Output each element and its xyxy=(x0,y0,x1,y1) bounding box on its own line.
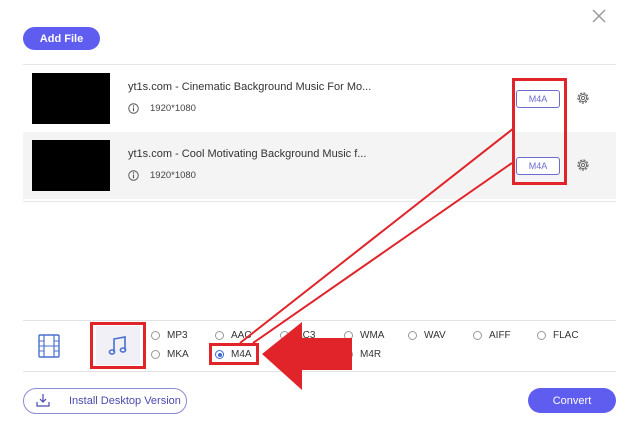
radio-button[interactable] xyxy=(537,331,546,340)
radio-button[interactable] xyxy=(151,331,160,340)
format-label: AIFF xyxy=(489,330,511,341)
add-file-button[interactable]: Add File xyxy=(23,27,100,50)
format-option-aiff[interactable]: AIFF xyxy=(473,330,511,341)
close-button[interactable] xyxy=(591,8,607,24)
format-label: WMA xyxy=(360,330,385,341)
radio-button[interactable] xyxy=(344,350,353,359)
info-icon[interactable] xyxy=(128,170,139,181)
format-option-ac3[interactable]: AC3 xyxy=(280,330,315,341)
format-option-flac[interactable]: FLAC xyxy=(537,330,579,341)
radio-button[interactable] xyxy=(215,331,224,340)
video-thumbnail xyxy=(32,73,110,124)
radio-button[interactable] xyxy=(408,331,417,340)
format-label: WAV xyxy=(424,330,446,341)
format-option-aac[interactable]: AAC xyxy=(215,330,252,341)
gear-icon[interactable] xyxy=(575,90,591,106)
install-desktop-button[interactable]: Install Desktop Version xyxy=(23,388,187,414)
format-option-mp3[interactable]: MP3 xyxy=(151,330,188,341)
radio-button[interactable] xyxy=(344,331,353,340)
format-label: FLAC xyxy=(553,330,579,341)
highlight-box-audio-tab xyxy=(90,322,146,369)
highlight-box-format-buttons xyxy=(512,78,567,185)
format-label: AAC xyxy=(231,330,252,341)
radio-button[interactable] xyxy=(151,350,160,359)
install-label: Install Desktop Version xyxy=(69,395,181,407)
format-label: MP3 xyxy=(167,330,188,341)
format-option-mka[interactable]: MKA xyxy=(151,349,189,360)
format-option-wav[interactable]: WAV xyxy=(408,330,446,341)
format-option-m4r[interactable]: M4R xyxy=(344,349,381,360)
radio-button[interactable] xyxy=(473,331,482,340)
file-title: yt1s.com - Cool Motivating Background Mu… xyxy=(128,148,367,160)
close-icon xyxy=(592,9,606,23)
video-thumbnail xyxy=(32,140,110,191)
format-label: MKA xyxy=(167,349,189,360)
convert-button[interactable]: Convert xyxy=(528,388,616,413)
file-resolution: 1920*1080 xyxy=(150,170,196,181)
format-label: M4R xyxy=(360,349,382,360)
format-label: AC3 xyxy=(296,330,316,341)
format-option-wma[interactable]: WMA xyxy=(344,330,384,341)
file-title: yt1s.com - Cinematic Background Music Fo… xyxy=(128,81,372,93)
video-icon[interactable] xyxy=(38,334,60,358)
download-icon xyxy=(36,394,50,407)
highlight-box-m4a-option xyxy=(209,343,259,365)
gear-icon[interactable] xyxy=(575,157,591,173)
info-icon[interactable] xyxy=(128,103,139,114)
file-resolution: 1920*1080 xyxy=(150,103,196,114)
radio-button[interactable] xyxy=(280,331,289,340)
